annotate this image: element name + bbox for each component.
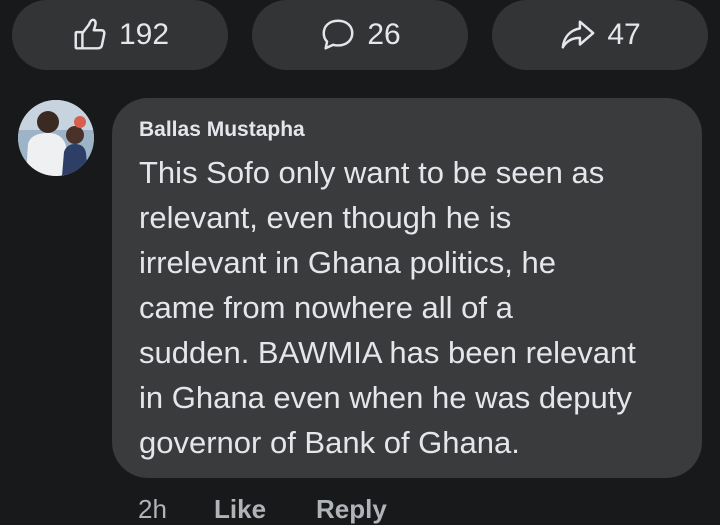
comment-line: This Sofo only want to be seen as [139, 155, 605, 190]
comment-author[interactable]: Ballas Mustapha [139, 118, 676, 142]
comment-line: irrelevant in Ghana politics, he [139, 245, 557, 280]
reaction-bar: 192 26 47 [0, 0, 720, 70]
comment-bubble-icon [319, 16, 357, 54]
comment-line: in Ghana even when he was deputy [139, 380, 632, 415]
comment-timestamp: 2h [138, 494, 167, 524]
share-arrow-icon [559, 16, 597, 54]
comment-button[interactable]: 26 [252, 0, 468, 70]
comment-line: governor of Bank of Ghana. [139, 425, 520, 460]
share-button[interactable]: 47 [492, 0, 708, 70]
comment-text: This Sofo only want to be seen as relevan… [139, 150, 676, 465]
comment-line: relevant, even though he is [139, 200, 512, 235]
share-count: 47 [607, 18, 641, 51]
comment-like-button[interactable]: Like [214, 494, 266, 525]
comment-bubble: Ballas Mustapha This Sofo only want to b… [112, 98, 702, 478]
thumbs-up-icon [71, 16, 109, 54]
avatar[interactable] [18, 100, 94, 176]
like-button[interactable]: 192 [12, 0, 228, 70]
comment-count: 26 [367, 18, 401, 51]
comment-reply-button[interactable]: Reply [316, 494, 387, 525]
like-count: 192 [118, 18, 170, 51]
comment-line: came from nowhere all of a [139, 290, 513, 325]
comment-line: sudden. BAWMIA has been relevant [139, 335, 636, 370]
